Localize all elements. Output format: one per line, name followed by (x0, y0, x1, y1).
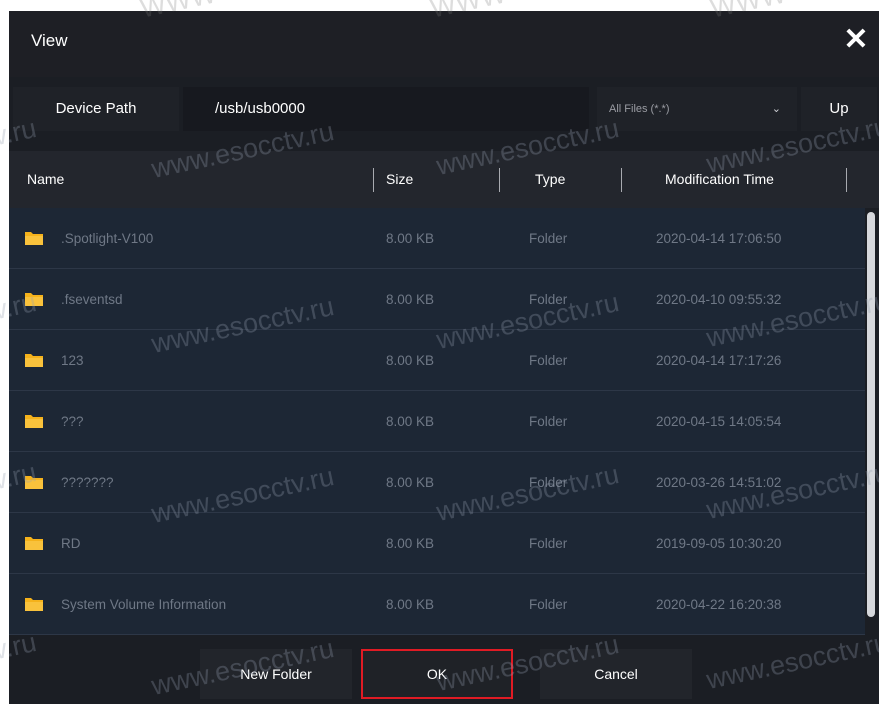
chevron-down-icon: ⌄ (771, 103, 781, 115)
table-row[interactable]: RD 8.00 KB Folder 2019-09-05 10:30:20 (9, 513, 865, 574)
file-name: ??????? (61, 475, 114, 490)
file-type: Folder (529, 536, 568, 551)
folder-icon (25, 598, 43, 611)
table-row[interactable]: ??? 8.00 KB Folder 2020-04-15 14:05:54 (9, 391, 865, 452)
view-dialog: View ✕ Device Path /usb/usb0000 All File… (9, 11, 879, 704)
file-modified-time: 2019-09-05 10:30:20 (656, 536, 782, 551)
file-filter-select[interactable]: All Files (*.*) ⌄ (597, 87, 797, 131)
title-bar: View ✕ (9, 11, 879, 77)
file-type: Folder (529, 353, 568, 368)
device-path-field[interactable]: /usb/usb0000 (183, 87, 589, 131)
file-name: .Spotlight-V100 (61, 231, 154, 246)
column-header-modification-time[interactable]: Modification Time (665, 151, 774, 208)
file-size: 8.00 KB (386, 597, 435, 612)
file-name: .fseventsd (61, 292, 123, 307)
table-header: Name Size Type Modification Time (9, 151, 879, 208)
file-type: Folder (529, 475, 568, 490)
column-header-name[interactable]: Name (27, 151, 64, 208)
folder-icon (25, 354, 43, 367)
table-row[interactable]: 123 8.00 KB Folder 2020-04-14 17:17:26 (9, 330, 865, 391)
scrollbar-thumb[interactable] (867, 212, 875, 617)
folder-icon (25, 537, 43, 550)
file-filter-value: All Files (*.*) (609, 103, 670, 115)
cancel-button[interactable]: Cancel (540, 649, 692, 699)
file-modified-time: 2020-04-10 09:55:32 (656, 292, 782, 307)
file-type: Folder (529, 292, 568, 307)
table-row[interactable]: System Volume Information 8.00 KB Folder… (9, 574, 865, 635)
table-row[interactable]: .Spotlight-V100 8.00 KB Folder 2020-04-1… (9, 208, 865, 269)
file-type: Folder (529, 231, 568, 246)
file-type: Folder (529, 414, 568, 429)
up-button[interactable]: Up (801, 87, 877, 131)
file-size: 8.00 KB (386, 475, 435, 490)
file-modified-time: 2020-03-26 14:51:02 (656, 475, 782, 490)
column-header-size[interactable]: Size (386, 151, 413, 208)
file-modified-time: 2020-04-22 16:20:38 (656, 597, 782, 612)
column-divider (373, 168, 374, 192)
column-divider (499, 168, 500, 192)
file-table: Name Size Type Modification Time .Spotli… (9, 151, 879, 635)
dialog-footer: New Folder OK Cancel (9, 635, 879, 704)
file-size: 8.00 KB (386, 231, 435, 246)
file-modified-time: 2020-04-14 17:17:26 (656, 353, 782, 368)
file-size: 8.00 KB (386, 292, 435, 307)
folder-icon (25, 476, 43, 489)
file-size: 8.00 KB (386, 414, 435, 429)
file-name: System Volume Information (61, 597, 227, 612)
folder-icon (25, 293, 43, 306)
column-divider (621, 168, 622, 192)
dialog-title: View (31, 31, 68, 50)
device-path-label: Device Path (13, 87, 179, 131)
file-name: ??? (61, 414, 84, 429)
table-row[interactable]: .fseventsd 8.00 KB Folder 2020-04-10 09:… (9, 269, 865, 330)
file-modified-time: 2020-04-15 14:05:54 (656, 414, 782, 429)
file-size: 8.00 KB (386, 536, 435, 551)
folder-icon (25, 415, 43, 428)
file-name: 123 (61, 353, 84, 368)
file-modified-time: 2020-04-14 17:06:50 (656, 231, 782, 246)
column-header-type[interactable]: Type (535, 151, 565, 208)
file-name: RD (61, 536, 81, 551)
close-icon: ✕ (843, 23, 869, 56)
ok-button[interactable]: OK (361, 649, 513, 699)
folder-icon (25, 232, 43, 245)
file-type: Folder (529, 597, 568, 612)
close-button[interactable]: ✕ (839, 23, 873, 57)
file-size: 8.00 KB (386, 353, 435, 368)
table-body: .Spotlight-V100 8.00 KB Folder 2020-04-1… (9, 208, 865, 635)
vertical-scrollbar[interactable] (865, 208, 879, 635)
table-row[interactable]: ??????? 8.00 KB Folder 2020-03-26 14:51:… (9, 452, 865, 513)
path-bar: Device Path /usb/usb0000 All Files (*.*)… (9, 87, 879, 131)
column-divider (846, 168, 847, 192)
new-folder-button[interactable]: New Folder (200, 649, 352, 699)
